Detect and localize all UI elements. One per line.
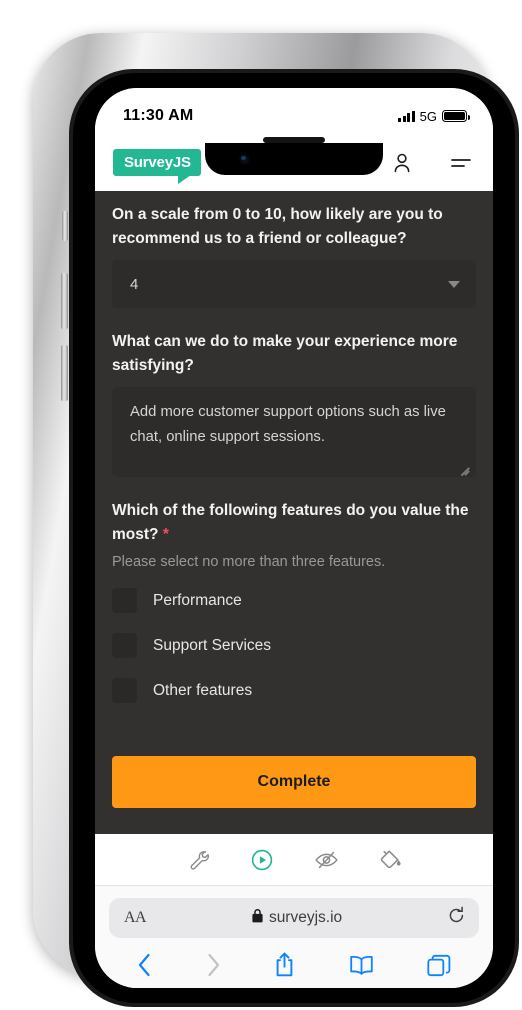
silent-switch[interactable] (62, 211, 68, 241)
checkbox-label: Support Services (153, 636, 272, 654)
checkbox-label: Performance (153, 591, 242, 609)
complete-button[interactable]: Complete (112, 756, 476, 808)
question-title: On a scale from 0 to 10, how likely are … (112, 206, 443, 247)
feedback-textarea-value: Add more customer support options such a… (130, 404, 446, 445)
bookmarks-button[interactable] (349, 954, 374, 976)
checkbox-item-other-features[interactable]: Other features (112, 678, 476, 704)
question-title: What can we do to make your experience m… (112, 333, 458, 374)
share-button[interactable] (274, 952, 295, 978)
question-description: Please select no more than three feature… (112, 554, 386, 571)
status-bar: 11:30 AM 5G (95, 88, 493, 134)
url-display[interactable]: surveyjs.io (252, 908, 343, 928)
paint-bucket-icon[interactable] (378, 847, 404, 873)
nps-dropdown[interactable]: 4 (112, 260, 476, 309)
phone-screen: 11:30 AM 5G SurveyJS On a scale from 0 t… (95, 88, 493, 988)
complete-button-wrap: Complete (112, 756, 476, 808)
eye-hidden-icon[interactable] (313, 847, 340, 873)
status-bar-time: 11:30 AM (123, 107, 194, 124)
surveyjs-logo[interactable]: SurveyJS (113, 149, 201, 184)
checkbox-item-performance[interactable]: Performance (112, 588, 476, 614)
url-bar[interactable]: AA surveyjs.io (109, 898, 479, 938)
lock-icon (252, 908, 263, 928)
forward-button[interactable] (206, 953, 221, 977)
front-camera (239, 154, 250, 165)
question-features: Which of the following features do you v… (112, 499, 476, 704)
user-account-icon[interactable] (392, 152, 412, 173)
cellular-bars-icon (398, 110, 415, 122)
volume-up-button[interactable] (61, 273, 68, 329)
checkbox-box[interactable] (112, 633, 137, 659)
reload-icon[interactable] (448, 906, 465, 930)
volume-down-button[interactable] (61, 345, 68, 401)
play-circle-icon[interactable] (249, 847, 275, 873)
screenshot-stage: 11:30 AM 5G SurveyJS On a scale from 0 t… (0, 0, 522, 1010)
question-nps: On a scale from 0 to 10, how likely are … (112, 203, 476, 309)
feedback-textarea[interactable]: Add more customer support options such a… (112, 387, 476, 478)
resize-handle-icon[interactable] (458, 460, 470, 476)
nps-dropdown-value: 4 (130, 275, 139, 293)
hamburger-menu-icon[interactable] (450, 156, 472, 170)
surveyjs-preview-toolbar (95, 834, 493, 886)
phone-frame: 11:30 AM 5G SurveyJS On a scale from 0 t… (33, 33, 519, 1007)
url-text: surveyjs.io (268, 909, 343, 926)
safari-bottom-bar: AA surveyjs.io (95, 886, 493, 988)
required-asterisk: * (162, 525, 169, 543)
status-bar-indicators: 5G (398, 108, 470, 124)
earpiece-speaker (263, 137, 325, 143)
back-button[interactable] (137, 953, 152, 977)
question-title: Which of the following features do you v… (112, 499, 476, 546)
tabs-button[interactable] (427, 954, 451, 977)
network-type-label: 5G (419, 108, 437, 124)
chevron-down-icon (448, 280, 460, 288)
checkbox-box[interactable] (112, 588, 137, 614)
checkbox-label: Other features (153, 681, 253, 699)
safari-nav-bar (109, 938, 479, 978)
checkbox-group: Performance Support Services Other featu… (112, 588, 476, 704)
wrench-settings-icon[interactable] (185, 847, 211, 873)
checkbox-item-support-services[interactable]: Support Services (112, 633, 476, 659)
question-feedback: What can we do to make your experience m… (112, 330, 476, 478)
battery-full-icon (442, 110, 470, 122)
checkbox-box[interactable] (112, 678, 137, 704)
text-size-button[interactable]: AA (124, 909, 147, 927)
notch (205, 137, 383, 175)
survey-body: On a scale from 0 to 10, how likely are … (95, 191, 493, 834)
